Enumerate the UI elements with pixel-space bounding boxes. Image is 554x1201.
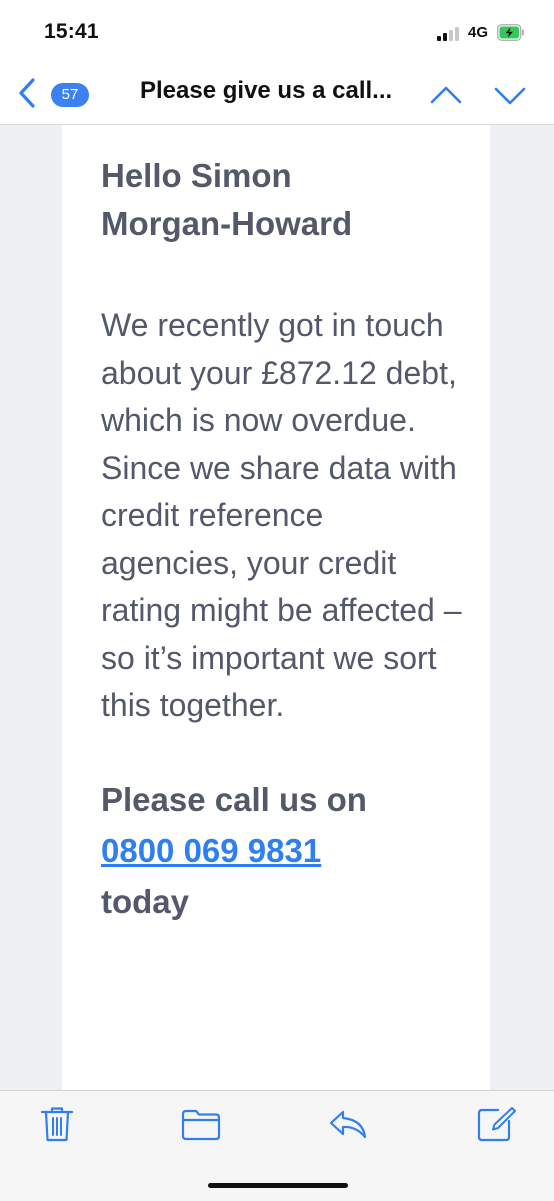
chevron-left-icon[interactable] <box>14 76 40 110</box>
email-body: Hello Simon Morgan-Howard We recently go… <box>101 152 471 927</box>
network-type: 4G <box>468 24 489 41</box>
cta-prefix: Please call us on <box>101 780 367 818</box>
folder-icon[interactable] <box>181 1105 221 1143</box>
chevron-down-icon[interactable] <box>490 80 530 110</box>
email-subject-title: Please give us a call... <box>140 77 393 104</box>
trash-icon[interactable] <box>37 1105 77 1143</box>
signal-strength-icon <box>437 27 465 41</box>
status-time: 15:41 <box>44 20 99 43</box>
email-body-text: We recently got in touch about your £872… <box>101 307 462 723</box>
phone-number-link[interactable]: 0800 069 9831 <box>101 832 321 869</box>
unread-count-badge[interactable]: 57 <box>51 83 89 107</box>
call-to-action: Please call us on 0800 069 9831 today <box>101 774 471 927</box>
email-greeting: Hello Simon Morgan-Howard <box>101 157 353 242</box>
battery-charging-icon <box>497 24 524 41</box>
status-bar: 15:41 4G <box>0 0 554 60</box>
reply-icon[interactable] <box>328 1105 368 1143</box>
nav-bar: 57 Please give us a call... <box>0 60 554 125</box>
compose-icon[interactable] <box>476 1105 516 1143</box>
email-body-card: Hello Simon Morgan-Howard We recently go… <box>62 125 490 1090</box>
cta-suffix: today <box>101 882 190 920</box>
email-content-area[interactable]: Hello Simon Morgan-Howard We recently go… <box>0 125 554 1090</box>
home-indicator <box>208 1183 348 1188</box>
chevron-up-icon[interactable] <box>426 80 466 110</box>
